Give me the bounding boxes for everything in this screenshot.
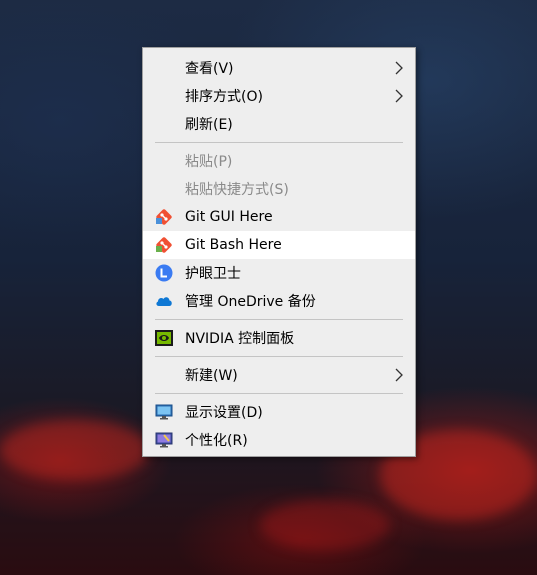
menu-item-paste-shortcut[interactable]: 粘贴快捷方式(S)	[143, 175, 415, 203]
menu-item-git-bash-here[interactable]: Git Bash Here	[143, 231, 415, 259]
menu-item-label: NVIDIA 控制面板	[185, 331, 295, 347]
menu-item-label: 粘贴快捷方式(S)	[185, 182, 289, 198]
git-gui-icon	[155, 209, 173, 225]
git-bash-icon	[155, 237, 173, 253]
menu-item-manage-onedrive-backup[interactable]: 管理 OneDrive 备份	[143, 287, 415, 315]
menu-item-label: Git GUI Here	[185, 209, 273, 225]
menu-item-eye-guard[interactable]: 护眼卫士	[143, 259, 415, 287]
menu-item-sort-by[interactable]: 排序方式(O)	[143, 82, 415, 110]
menu-item-label: 护眼卫士	[185, 266, 241, 282]
personalize-icon	[155, 432, 173, 448]
menu-item-label: 显示设置(D)	[185, 405, 263, 421]
menu-item-label: 粘贴(P)	[185, 154, 233, 170]
display-settings-icon	[155, 404, 173, 420]
wallpaper-glow	[0, 420, 150, 480]
menu-item-label: Git Bash Here	[185, 237, 282, 253]
menu-item-git-gui-here[interactable]: Git GUI Here	[143, 203, 415, 231]
menu-item-label: 查看(V)	[185, 61, 234, 77]
menu-item-nvidia-control-panel[interactable]: NVIDIA 控制面板	[143, 324, 415, 352]
menu-item-label: 排序方式(O)	[185, 89, 263, 105]
onedrive-icon	[155, 293, 173, 309]
chevron-right-icon	[395, 368, 403, 382]
menu-item-label: 刷新(E)	[185, 117, 233, 133]
menu-item-display-settings[interactable]: 显示设置(D)	[143, 398, 415, 426]
menu-separator	[155, 319, 403, 320]
menu-item-label: 新建(W)	[185, 368, 238, 384]
desktop-context-menu: 查看(V) 排序方式(O) 刷新(E) 粘贴(P) 粘贴快捷方式(S) Git …	[142, 47, 416, 457]
menu-item-new[interactable]: 新建(W)	[143, 361, 415, 389]
wallpaper-glow	[260, 500, 390, 550]
chevron-right-icon	[395, 61, 403, 75]
menu-separator	[155, 142, 403, 143]
chevron-right-icon	[395, 89, 403, 103]
menu-separator	[155, 393, 403, 394]
menu-item-label: 个性化(R)	[185, 433, 248, 449]
menu-item-label: 管理 OneDrive 备份	[185, 294, 316, 310]
menu-item-personalize[interactable]: 个性化(R)	[143, 426, 415, 454]
menu-separator	[155, 356, 403, 357]
eye-guard-icon	[155, 264, 173, 282]
menu-item-view[interactable]: 查看(V)	[143, 54, 415, 82]
nvidia-icon	[155, 330, 173, 346]
menu-item-paste[interactable]: 粘贴(P)	[143, 147, 415, 175]
menu-item-refresh[interactable]: 刷新(E)	[143, 110, 415, 138]
